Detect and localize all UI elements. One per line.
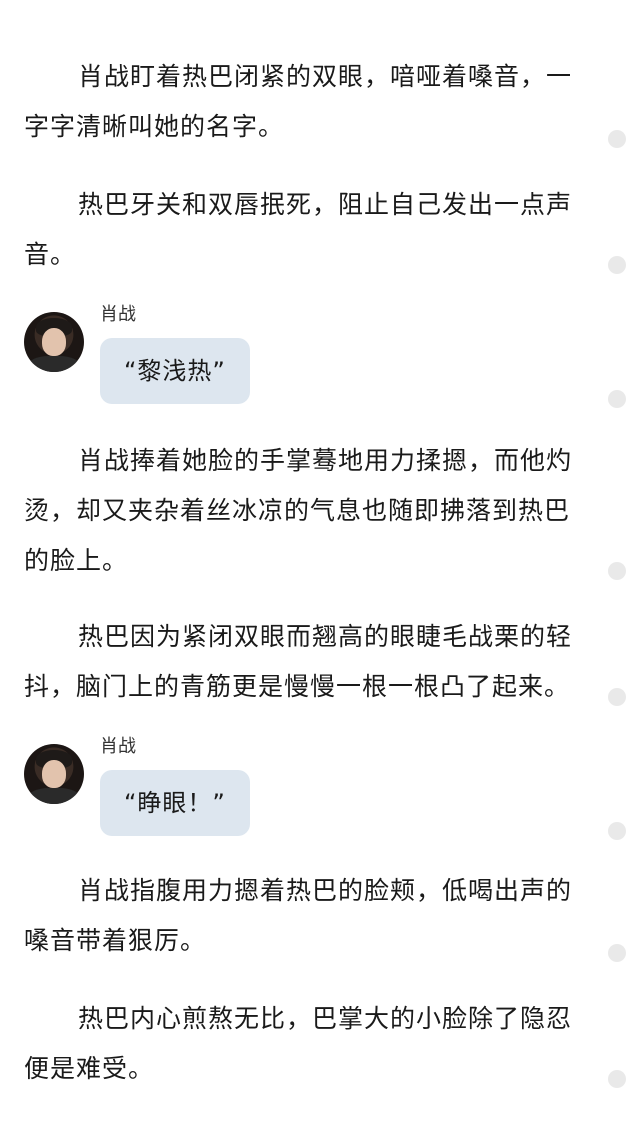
story-paragraph: 肖战捧着她脸的手掌蓦地用力揉摁，而他灼烫，却又夹杂着丝冰凉的气息也随即拂落到热巴…: [24, 446, 573, 575]
avatar[interactable]: [24, 744, 84, 804]
story-paragraph: 肖战盯着热巴闭紧的双眼，喑哑着嗓音，一字字清晰叫她的名字。: [24, 62, 573, 141]
page-dot-icon: [608, 688, 626, 706]
avatar[interactable]: [24, 312, 84, 372]
story-paragraph: 热巴内心煎熬无比，巴掌大的小脸除了隐忍便是难受。: [24, 1004, 573, 1083]
story-paragraph: 热巴因为紧闭双眼而翘高的眼睫毛战栗的轻抖，脑门上的青筋更是慢慢一根一根凸了起来。: [24, 622, 573, 701]
page-dot-icon: [608, 130, 626, 148]
sender-name: 肖战: [100, 736, 136, 757]
message-bubble: “黎浅热”: [100, 338, 250, 404]
story-paragraph: 热巴牙关和双唇抿死，阻止自己发出一点声音。: [24, 190, 573, 269]
page-dot-icon: [608, 822, 626, 840]
page-dot-icon: [608, 1070, 626, 1088]
message-bubble: “睁眼！”: [100, 770, 250, 836]
story-paragraph: 肖战指腹用力摁着热巴的脸颊，低喝出声的嗓音带着狠厉。: [24, 876, 573, 955]
page-dot-icon: [608, 390, 626, 408]
page-dot-icon: [608, 944, 626, 962]
chat-message: 肖战 “睁眼！”: [24, 736, 584, 836]
page-dot-icon: [608, 256, 626, 274]
chat-message: 肖战 “黎浅热”: [24, 304, 584, 404]
page-dot-icon: [608, 562, 626, 580]
sender-name: 肖战: [100, 304, 136, 325]
